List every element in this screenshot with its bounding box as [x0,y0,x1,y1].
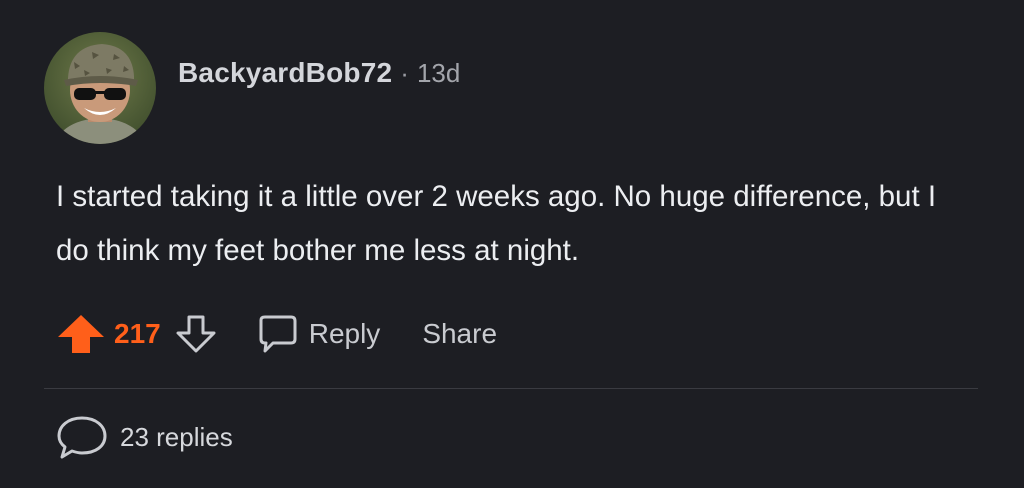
comment-header: BackyardBob72 · 13d [44,32,460,144]
avatar-image [44,32,156,144]
divider [44,388,978,389]
speech-bubble-icon [57,416,107,459]
username[interactable]: BackyardBob72 [178,57,392,89]
author-line: BackyardBob72 · 13d [178,57,460,89]
downvote-button[interactable] [175,314,217,354]
comment-body: I started taking it a little over 2 week… [56,180,937,267]
upvote-arrow-icon [58,315,104,353]
action-bar: 217 Reply Share [56,306,497,362]
reply-button[interactable]: Reply [255,314,381,354]
share-button[interactable]: Share [422,318,497,350]
comment-age: 13d [416,58,461,88]
reply-label: Reply [308,318,381,349]
meta-separator: · [400,58,409,88]
avatar[interactable] [44,32,156,144]
vote-score: 217 [114,318,161,349]
comment-card: BackyardBob72 · 13d I started taking it … [0,0,1024,488]
speech-bubble-icon [259,315,297,353]
downvote-arrow-icon [176,315,216,353]
upvote-button[interactable]: 217 [56,313,161,355]
view-replies-button[interactable]: 23 replies [56,414,233,460]
replies-count: 23 replies [120,421,233,452]
